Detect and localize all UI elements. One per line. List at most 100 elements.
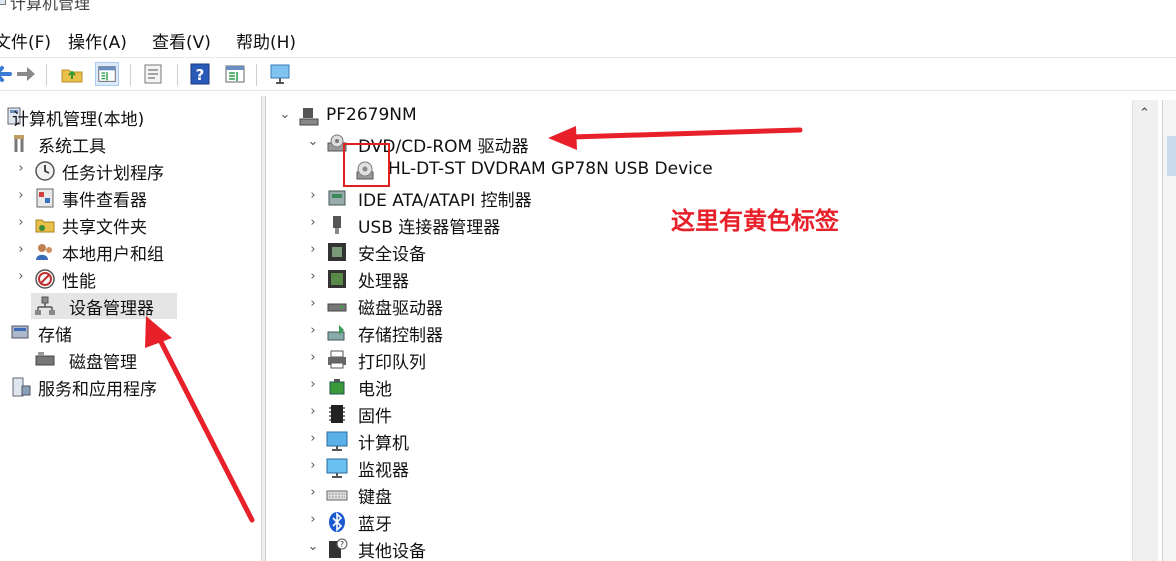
device-tree-label: 蓝牙 [358, 515, 392, 535]
device-tree-label: 处理器 [358, 272, 409, 292]
toolbar-separator [177, 64, 178, 86]
device-tree-label: 打印队列 [358, 353, 426, 373]
event-viewer-icon [36, 188, 54, 208]
action-pane-strip [1167, 136, 1176, 176]
up-folder-icon[interactable] [60, 62, 84, 86]
menu-file[interactable]: 文件(F) [0, 28, 51, 53]
vertical-scrollbar[interactable]: ⌃ [1132, 100, 1158, 561]
ide-controller-icon [328, 190, 346, 206]
action-pane-edge [1162, 100, 1176, 561]
expand-chevron-icon[interactable]: › [14, 243, 28, 257]
toolbar-separator [256, 64, 257, 86]
window-title: 计算机管理 [10, 0, 91, 13]
processor-icon [328, 270, 346, 288]
device-tree-label: 监视器 [358, 461, 409, 481]
device-tree-label: 磁盘驱动器 [358, 299, 443, 319]
device-tree-label: 安全设备 [358, 245, 426, 265]
toolbar-separator [46, 64, 47, 86]
properties-icon[interactable] [141, 62, 165, 86]
tree-item-label: 系统工具 [38, 137, 106, 157]
tree-item-label: 任务计划程序 [62, 164, 164, 184]
computer-icon [326, 431, 348, 451]
disk-management-icon [35, 352, 55, 366]
performance-icon [35, 269, 55, 289]
expand-chevron-icon[interactable]: › [306, 405, 320, 419]
keyboard-icon [326, 490, 348, 501]
tree-item-label: 服务和应用程序 [38, 380, 157, 400]
menu-view[interactable]: 查看(V) [152, 28, 211, 53]
tree-item-label: 计算机管理(本地) [12, 110, 145, 130]
expand-chevron-icon[interactable]: › [306, 486, 320, 500]
device-manager-icon [35, 296, 55, 315]
services-apps-icon [12, 377, 31, 397]
local-users-icon [36, 244, 52, 260]
expand-chevron-icon[interactable]: › [306, 270, 320, 284]
system-tools-icon [14, 135, 24, 152]
svg-text:?: ? [340, 540, 344, 549]
battery-icon [329, 379, 345, 395]
bluetooth-icon [329, 512, 345, 532]
device-tree-label: 其他设备 [358, 542, 426, 561]
app-icon [0, 0, 6, 5]
annotation-text: 这里有黄色标签 [671, 207, 839, 235]
device-tree-label: PF2679NM [326, 105, 417, 125]
forward-icon[interactable] [14, 62, 38, 86]
device-tree-label: 电池 [358, 380, 392, 400]
window-titlebar: 计算机管理 [0, 0, 1176, 13]
tree-item-label: 事件查看器 [62, 191, 147, 211]
print-queue-icon [328, 350, 346, 369]
tree-item-label: 存储 [38, 326, 72, 346]
expand-chevron-icon[interactable]: › [306, 243, 320, 257]
menu-help[interactable]: 帮助(H) [236, 28, 296, 53]
expand-chevron-icon[interactable]: › [14, 189, 28, 203]
storage-icon [11, 325, 29, 339]
expand-chevron-icon[interactable]: › [306, 189, 320, 203]
task-scheduler-icon [35, 161, 55, 181]
expand-chevron-icon[interactable]: › [306, 459, 320, 473]
expand-chevron-icon[interactable]: › [306, 351, 320, 365]
shared-folders-icon [35, 219, 55, 233]
tree-item-label: 设备管理器 [69, 299, 154, 319]
menu-bar: 文件(F) 操作(A) 查看(V) 帮助(H) [0, 24, 1176, 54]
disk-drive-icon [327, 303, 347, 312]
back-icon[interactable] [0, 62, 14, 86]
device-tree-label: 存储控制器 [358, 326, 443, 346]
show-tree-icon[interactable] [95, 62, 119, 86]
scroll-up-icon[interactable]: ⌃ [1139, 106, 1150, 121]
monitor-icon[interactable] [268, 62, 292, 86]
expand-chevron-icon[interactable]: › [14, 216, 28, 230]
svg-text:?: ? [196, 66, 205, 84]
expand-chevron-icon[interactable]: › [306, 216, 320, 230]
tree-item-label: 本地用户和组 [62, 245, 164, 265]
device-tree-label: 固件 [358, 407, 392, 427]
expand-chevron-icon[interactable]: › [14, 162, 28, 176]
tree-item-label: 磁盘管理 [69, 353, 137, 373]
show-action-pane-icon[interactable] [223, 62, 247, 86]
expand-chevron-icon[interactable]: › [306, 432, 320, 446]
collapse-chevron-icon[interactable]: ⌄ [278, 108, 292, 122]
navigation-tree-pane[interactable]: 计算机管理(本地) 系统工具 › 任务计划程序 › 事件查看器 › 共享文件夹 [0, 96, 262, 561]
annotation-highlight-box [343, 143, 390, 187]
expand-chevron-icon[interactable]: › [306, 378, 320, 392]
collapse-chevron-icon[interactable]: ⌄ [306, 540, 320, 554]
expand-chevron-icon[interactable]: › [14, 270, 28, 284]
expand-chevron-icon[interactable]: › [306, 297, 320, 311]
security-device-icon [328, 243, 346, 261]
monitor-device-icon [326, 458, 348, 478]
device-tree-pane[interactable]: ⌄ PF2679NM ⌄ DVD/CD-ROM 驱动器 HL-DT-ST DVD… [266, 96, 1176, 561]
toolbar-separator [130, 64, 131, 86]
tree-item-label: 共享文件夹 [62, 218, 147, 238]
device-tree-label: 键盘 [358, 488, 392, 508]
device-tree-label: HL-DT-ST DVDRAM GP78N USB Device [388, 159, 713, 179]
help-icon[interactable]: ? [188, 62, 212, 86]
usb-connector-icon [333, 216, 341, 234]
collapse-chevron-icon[interactable]: ⌄ [306, 135, 320, 149]
expand-chevron-icon[interactable]: › [306, 513, 320, 527]
menu-action[interactable]: 操作(A) [68, 28, 127, 53]
device-tree-label: IDE ATA/ATAPI 控制器 [358, 191, 532, 211]
tree-item-label: 性能 [62, 272, 96, 292]
device-tree-label: 计算机 [358, 434, 409, 454]
storage-controller-icon [327, 325, 345, 341]
computer-root-icon [299, 108, 319, 126]
expand-chevron-icon[interactable]: › [306, 324, 320, 338]
